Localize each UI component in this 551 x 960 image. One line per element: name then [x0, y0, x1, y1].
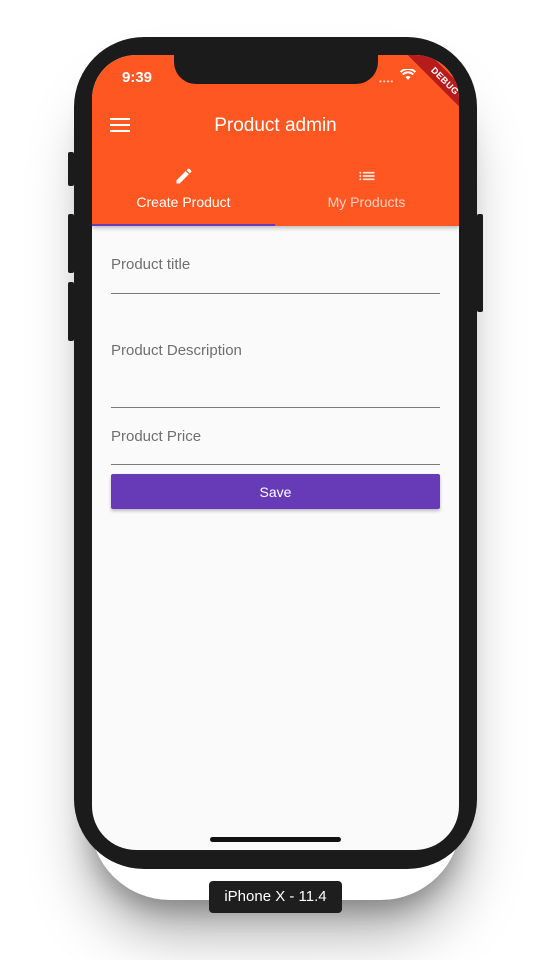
- product-price-label: Product Price: [111, 428, 202, 445]
- debug-banner: DEBUG: [403, 55, 459, 123]
- status-time: 9:39: [122, 69, 153, 86]
- signal-icon: ••••: [379, 77, 395, 86]
- product-description-field[interactable]: Product Description: [111, 340, 440, 408]
- power-button: [477, 214, 483, 312]
- app-title: Product admin: [214, 115, 337, 136]
- tab-create-product[interactable]: Create Product: [92, 158, 275, 226]
- product-title-label: Product title: [111, 256, 191, 273]
- pencil-icon: [176, 168, 192, 184]
- home-indicator: [210, 837, 341, 842]
- product-description-label: Product Description: [111, 342, 242, 359]
- notch: [174, 55, 378, 84]
- device-label: iPhone X - 11.4: [209, 881, 342, 913]
- save-button[interactable]: Save: [111, 474, 440, 509]
- product-price-field[interactable]: Product Price: [111, 426, 440, 465]
- wifi-icon: [400, 69, 416, 80]
- app-bar: 9:39 •••• DEBUG Product admin Create Pro…: [92, 55, 459, 226]
- product-title-field[interactable]: Product title: [111, 254, 440, 294]
- phone-screen: 9:39 •••• DEBUG Product admin Create Pro…: [92, 55, 459, 850]
- list-icon: [359, 171, 374, 181]
- tab-my-products-label: My Products: [327, 194, 406, 210]
- tab-create-product-label: Create Product: [136, 194, 231, 210]
- tab-my-products[interactable]: My Products: [275, 158, 458, 226]
- tab-indicator: [92, 224, 275, 226]
